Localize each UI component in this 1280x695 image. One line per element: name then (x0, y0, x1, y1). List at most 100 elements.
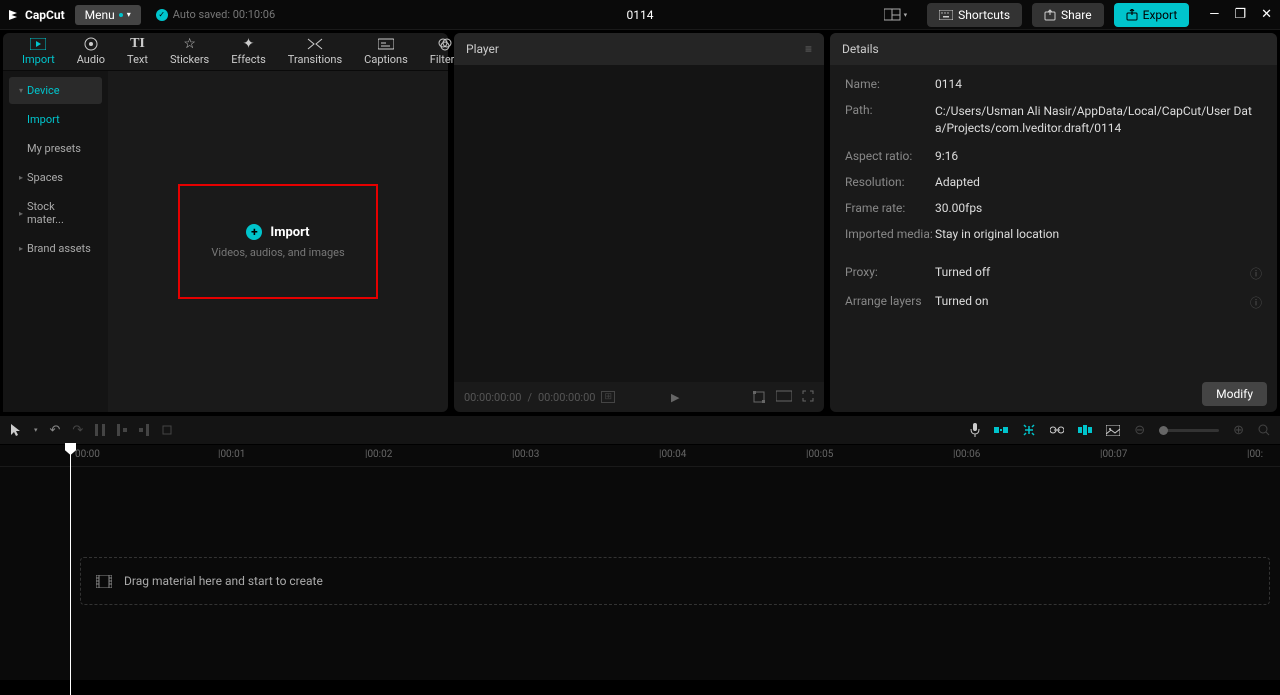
detail-path-value: C:/Users/Usman Ali Nasir/AppData/Local/C… (935, 103, 1262, 137)
details-panel: Details Name:0114 Path:C:/Users/Usman Al… (830, 33, 1277, 412)
info-icon[interactable]: ⓘ (1250, 265, 1262, 282)
autosave-status: ✓ Auto saved: 00:10:06 (156, 8, 275, 21)
capcut-logo-icon (8, 8, 22, 22)
maximize-button[interactable]: ❐ (1234, 7, 1246, 22)
player-controls: 00:00:00:00 / 00:00:00:00 ⊞ ▶ (454, 382, 824, 412)
detail-aspect-label: Aspect ratio: (845, 149, 935, 163)
mic-icon[interactable] (970, 423, 980, 437)
cover-icon[interactable] (1106, 425, 1120, 436)
tab-stickers[interactable]: ☆ Stickers (159, 37, 220, 66)
import-dropzone[interactable]: + Import Videos, audios, and images (178, 184, 378, 299)
timeline: ▾ ↶ ↷ ⊖ ⊕ 00:00 |00:01 |00:02 |00:03 |00… (0, 415, 1280, 680)
tab-text[interactable]: TI Text (116, 37, 159, 66)
trim-right-button[interactable] (139, 424, 149, 436)
app-name: CapCut (25, 8, 65, 22)
detail-name-label: Name: (845, 77, 935, 91)
detail-resolution-value: Adapted (935, 175, 1262, 189)
detail-resolution-label: Resolution: (845, 175, 935, 189)
export-icon (1126, 9, 1138, 21)
detail-path-label: Path: (845, 103, 935, 137)
share-icon (1044, 9, 1056, 21)
zoom-in-icon[interactable]: ⊕ (1233, 423, 1244, 438)
filters-tab-icon (436, 37, 454, 51)
player-viewport[interactable] (454, 65, 824, 382)
sidebar-presets[interactable]: My presets (9, 135, 102, 162)
linkage-icon[interactable] (1022, 423, 1036, 437)
play-button[interactable]: ▶ (671, 391, 679, 404)
split-button[interactable] (95, 424, 105, 436)
stickers-tab-icon: ☆ (181, 37, 199, 51)
close-button[interactable]: ✕ (1261, 7, 1272, 22)
project-title: 0114 (627, 8, 654, 22)
select-tool[interactable] (10, 423, 22, 437)
details-title: Details (842, 42, 879, 56)
export-button[interactable]: Export (1114, 3, 1190, 27)
select-dropdown[interactable]: ▾ (34, 426, 38, 434)
modify-button[interactable]: Modify (1202, 382, 1267, 406)
captions-tab-icon (377, 37, 395, 51)
audio-tab-icon (82, 37, 100, 51)
menu-button[interactable]: Menu (75, 5, 141, 25)
film-icon (96, 575, 112, 588)
timeline-toolbar: ▾ ↶ ↷ ⊖ ⊕ (0, 415, 1280, 445)
trim-left-button[interactable] (117, 424, 127, 436)
detail-name-value: 0114 (935, 77, 1262, 91)
title-bar: CapCut Menu ✓ Auto saved: 00:10:06 0114 … (0, 0, 1280, 30)
detail-framerate-value: 30.00fps (935, 201, 1262, 215)
import-subtitle: Videos, audios, and images (211, 246, 344, 259)
player-menu-icon[interactable]: ≡ (805, 42, 812, 56)
tab-effects[interactable]: ✦ Effects (220, 37, 277, 66)
detail-imported-label: Imported media: (845, 227, 935, 241)
keyboard-icon (939, 10, 953, 20)
sidebar-spaces[interactable]: ▸Spaces (9, 164, 102, 191)
layout-mode-button[interactable]: ▾ (884, 8, 908, 22)
app-logo: CapCut (8, 8, 65, 22)
timeline-tracks[interactable]: Drag material here and start to create (0, 467, 1280, 677)
ratio-icon[interactable] (776, 390, 792, 404)
plus-icon: + (246, 224, 262, 240)
tab-audio[interactable]: Audio (66, 37, 116, 66)
media-tabs: Import Audio TI Text ☆ Stickers ✦ Effect… (3, 33, 448, 71)
import-tab-icon (29, 37, 47, 51)
detail-imported-value: Stay in original location (935, 227, 1262, 241)
player-panel: Player ≡ 00:00:00:00 / 00:00:00:00 ⊞ ▶ (454, 33, 824, 412)
shortcuts-button[interactable]: Shortcuts (927, 3, 1022, 27)
link-icon[interactable] (1050, 426, 1064, 434)
check-icon: ✓ (156, 9, 168, 21)
text-tab-icon: TI (128, 37, 146, 51)
delete-button[interactable] (161, 424, 173, 436)
sidebar-brand[interactable]: ▸Brand assets (9, 235, 102, 262)
detail-proxy-label: Proxy: (845, 265, 935, 282)
undo-button[interactable]: ↶ (50, 423, 61, 438)
magnetic-icon[interactable] (994, 425, 1008, 435)
player-title: Player (466, 42, 499, 56)
minimize-button[interactable]: — (1209, 7, 1219, 22)
fullscreen-icon[interactable] (802, 390, 814, 404)
detail-framerate-label: Frame rate: (845, 201, 935, 215)
sidebar-import[interactable]: Import (9, 106, 102, 133)
sidebar-device[interactable]: ▾Device (9, 77, 102, 104)
transitions-tab-icon (306, 37, 324, 51)
timeline-ruler[interactable]: 00:00 |00:01 |00:02 |00:03 |00:04 |00:05… (0, 445, 1280, 467)
share-button[interactable]: Share (1032, 3, 1104, 27)
preview-axis-icon[interactable] (1078, 425, 1092, 435)
player-time-current: 00:00:00:00 (464, 391, 521, 404)
info-icon[interactable]: ⓘ (1250, 294, 1262, 311)
crop-icon[interactable] (752, 390, 766, 404)
tab-import[interactable]: Import (11, 37, 66, 66)
sidebar-stock[interactable]: ▸Stock mater... (9, 193, 102, 233)
detail-arrange-value: Turned on (935, 294, 1250, 311)
media-panel: Import Audio TI Text ☆ Stickers ✦ Effect… (3, 33, 448, 412)
detail-proxy-value: Turned off (935, 265, 1250, 282)
zoom-fit-icon[interactable] (1258, 424, 1270, 436)
tab-captions[interactable]: Captions (353, 37, 419, 66)
zoom-out-icon[interactable]: ⊖ (1134, 423, 1145, 438)
player-quality-icon[interactable]: ⊞ (601, 391, 615, 403)
player-time-total: 00:00:00:00 (538, 391, 595, 404)
redo-button[interactable]: ↷ (72, 423, 83, 438)
layout-icon (884, 8, 902, 22)
tab-transitions[interactable]: Transitions (277, 37, 353, 66)
timeline-drop-hint[interactable]: Drag material here and start to create (80, 557, 1270, 605)
zoom-slider[interactable] (1159, 429, 1219, 432)
effects-tab-icon: ✦ (240, 37, 258, 51)
